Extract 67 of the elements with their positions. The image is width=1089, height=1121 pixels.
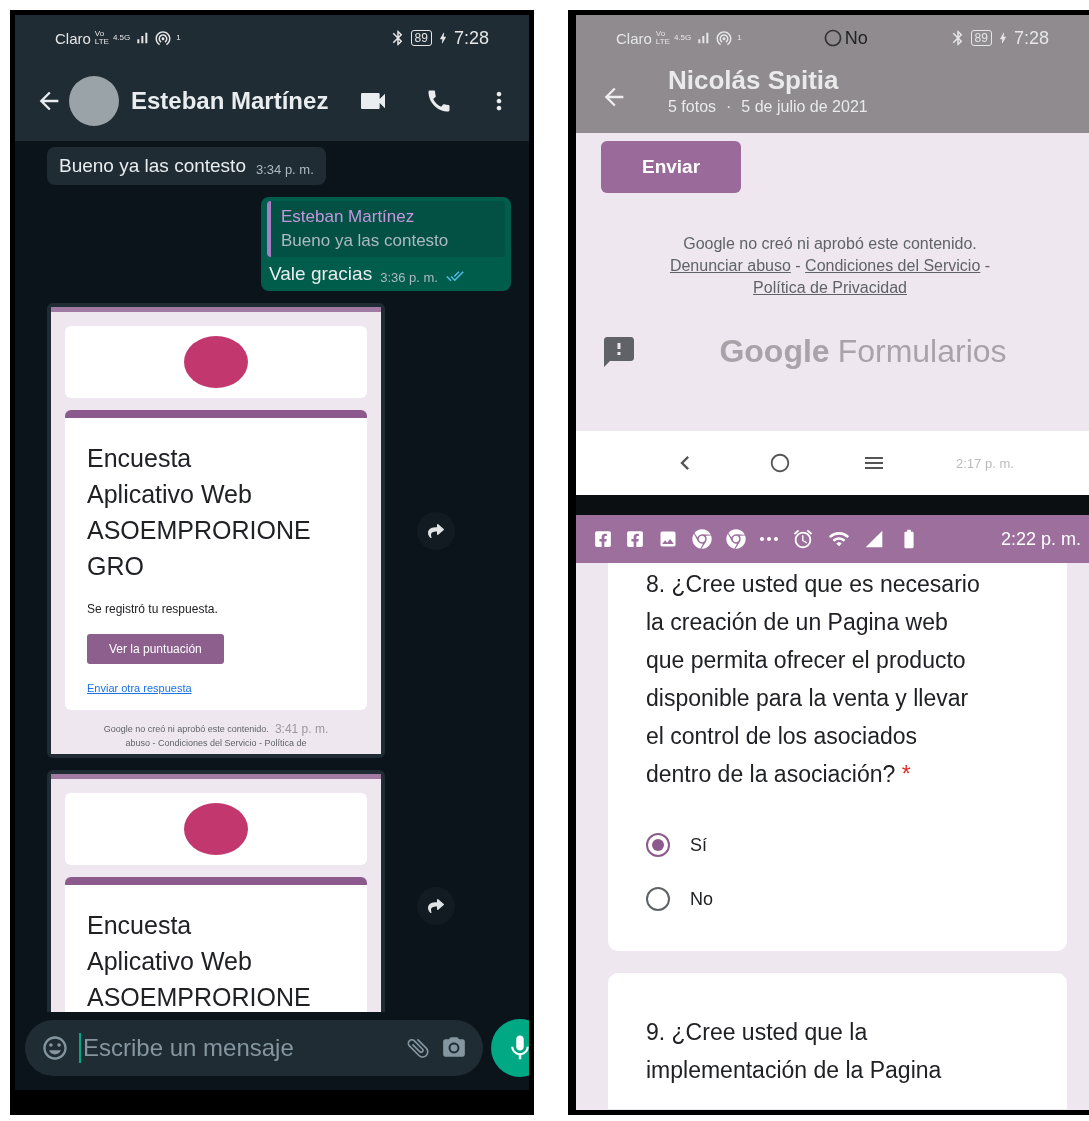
footer-text: abuso - Condiciones del Servicio - Política de (125, 738, 307, 748)
message-text: Vale gracias (269, 263, 373, 285)
photo-count: 5 fotos (668, 98, 717, 116)
volte-label: Vo LTE (94, 30, 109, 46)
battery-level: 89 (970, 30, 992, 46)
privacy-link[interactable]: Política de Privacidad (753, 279, 907, 296)
form-title: Encuesta Aplicativo Web ASOEMPRORIONE (87, 910, 311, 1012)
form-title: Encuesta Aplicativo Web ASOEMPRORIONE GRO (87, 443, 311, 582)
terms-link[interactable]: Condiciones del Servicio (805, 257, 981, 274)
emoji-icon[interactable] (41, 1034, 69, 1062)
quote-author: Esteban Martínez (281, 207, 416, 227)
option-label: No (844, 27, 868, 49)
message-time: 3:34 p. m. (255, 162, 314, 177)
message-text: Bueno ya las contesto (59, 155, 246, 177)
battery-level: 89 (410, 30, 432, 46)
clock: 7:28 (1013, 27, 1049, 49)
question-text: 8. ¿Cree usted que es necesario la creación de un Pagina web que permita ofrecer el producto disponible para la venta y llevar el control de los asociados dentro de la asociación? * (646, 570, 981, 789)
logo-picture (184, 803, 248, 855)
avatar (69, 76, 119, 126)
score-button[interactable]: Ver la puntuación (87, 634, 224, 664)
forms-logo: Google Formularios (719, 333, 1007, 370)
report-link[interactable]: Denunciar abuso (669, 257, 791, 274)
footer-notice: Google no creó ni aprobó este contenido. Denunciar abuso - Condiciones del Servicio - Política de Privacidad (668, 234, 992, 298)
album-title: Nicolás Spitia (668, 65, 840, 96)
carrier-name: Claro (616, 29, 652, 47)
confirmation-text: Se registró tu respuesta. (87, 602, 218, 616)
alarm-icon (792, 528, 814, 550)
image-icon (658, 529, 678, 549)
radio-button[interactable] (646, 833, 670, 857)
clock: 7:28 (453, 27, 489, 49)
network-label: 4.5G (112, 34, 131, 42)
album-date: 5 de julio de 2021 (741, 98, 868, 116)
facebook-icon (626, 530, 644, 548)
carrier-name: Claro (55, 29, 91, 47)
message-time: 3:41 p. m. (274, 722, 329, 736)
chrome-icon (692, 529, 712, 549)
forward-icon (428, 522, 444, 539)
signal-icon (864, 529, 884, 549)
message-composer[interactable]: Escribe un mensaje (25, 1020, 483, 1076)
question-text: 9. ¿Cree usted que la implementación de la Pagina (646, 1018, 943, 1085)
separator-dot: · (726, 98, 732, 116)
radio-icon (822, 28, 843, 48)
forward-button[interactable] (417, 511, 455, 550)
volte-label: Vo LTE (655, 30, 670, 46)
hotspot-icon (715, 29, 734, 47)
quote-text: Bueno ya las contesto (281, 231, 450, 251)
photo-time: 2:17 p. m. (956, 455, 1014, 471)
sim-label: 1 (737, 34, 742, 42)
option-label: No (690, 888, 713, 910)
another-response-link[interactable]: Enviar otra respuesta (87, 682, 192, 694)
hotspot-icon (154, 29, 173, 47)
forward-button[interactable] (417, 886, 455, 925)
option-label: Sí (690, 834, 707, 856)
message-time: 3:36 p. m. (380, 270, 438, 285)
facebook-icon (594, 530, 612, 548)
clock: 2:22 p. m. (1000, 528, 1081, 550)
home-icon[interactable] (769, 452, 792, 474)
logo-picture (184, 336, 248, 388)
network-label: 4.5G (673, 34, 692, 42)
sim-label: 1 (176, 34, 181, 42)
chrome-icon (726, 529, 746, 549)
submit-button[interactable]: Enviar (601, 141, 741, 193)
forward-icon (428, 897, 444, 914)
more-notifications-icon (760, 537, 778, 541)
contact-name: Esteban Martínez (131, 87, 330, 115)
radio-button[interactable] (646, 887, 670, 911)
footer-text: Google no creó ni aprobó este contenido. (103, 724, 269, 734)
